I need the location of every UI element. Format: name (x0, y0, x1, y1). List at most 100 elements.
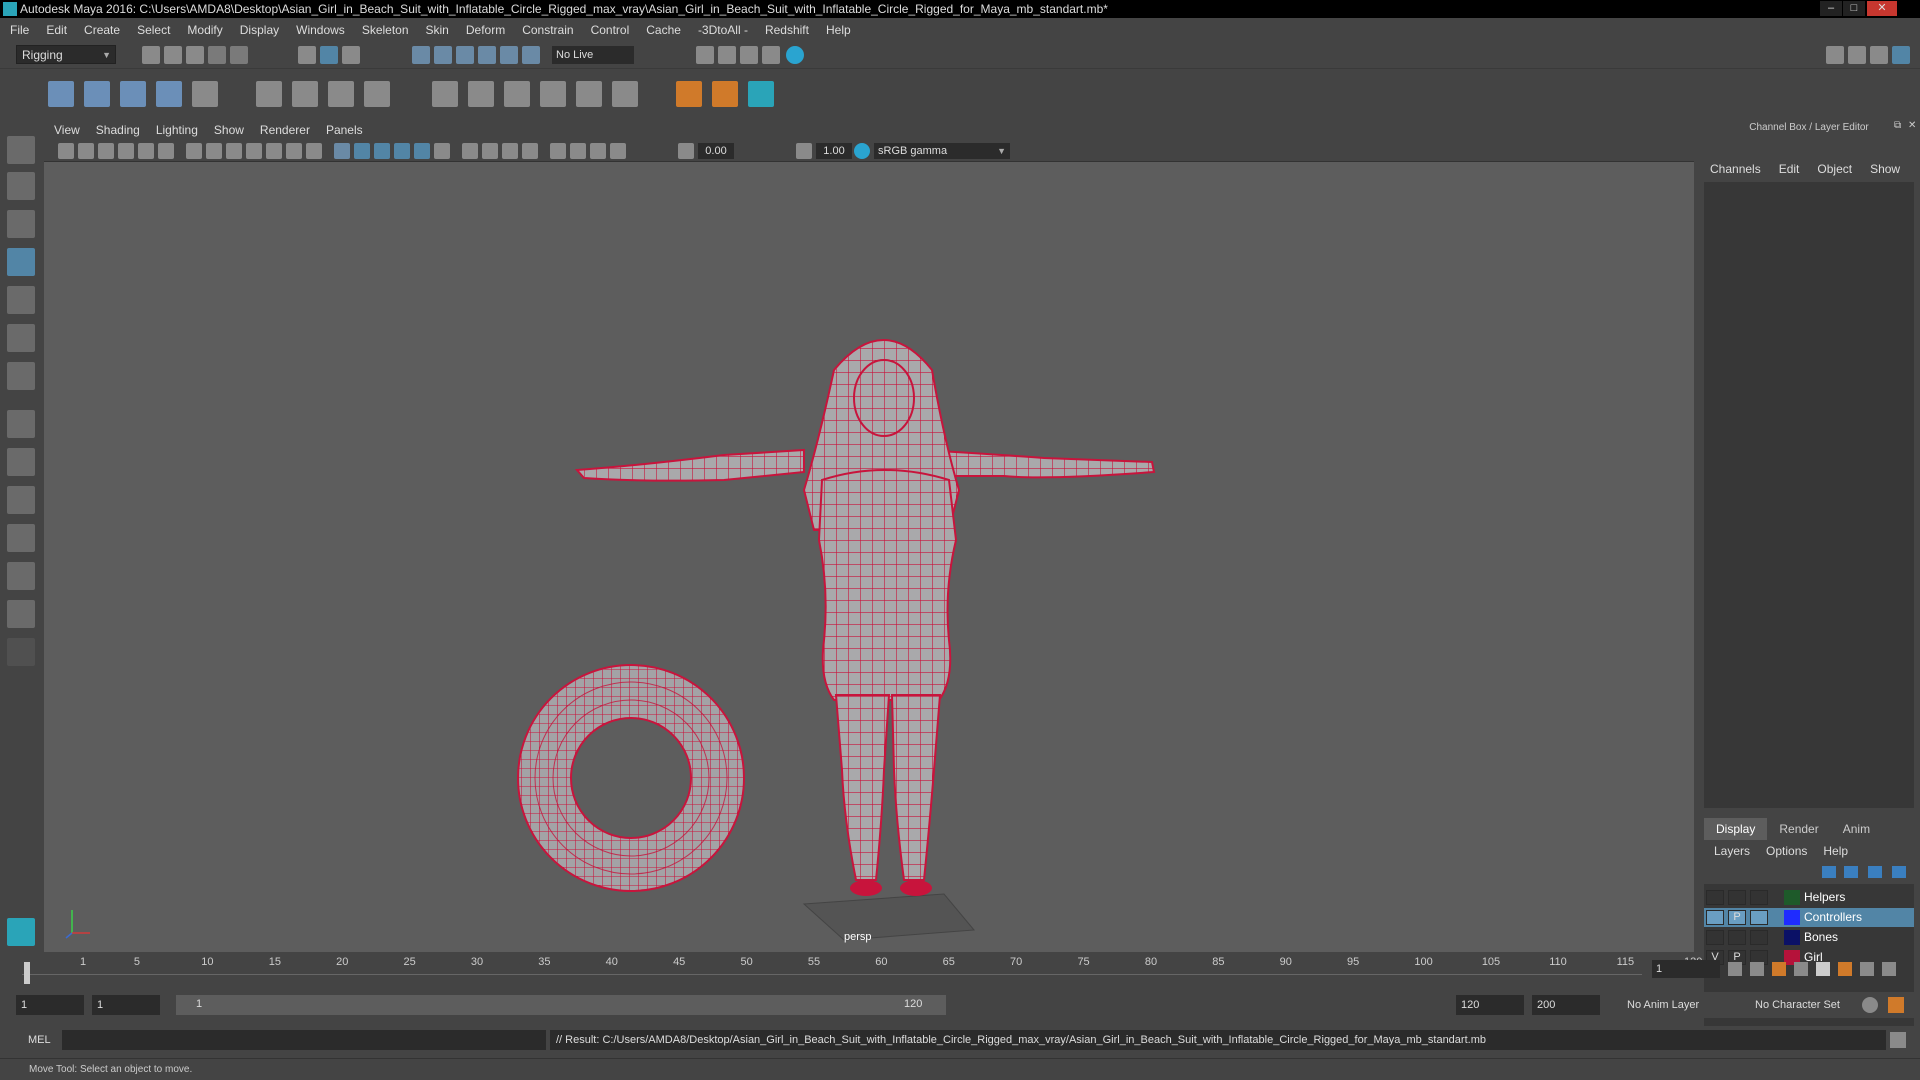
menu-skin[interactable]: Skin (426, 23, 449, 37)
auto-key-icon[interactable] (1862, 997, 1878, 1013)
render-frame-icon[interactable] (718, 46, 736, 64)
select-tool-icon[interactable] (7, 136, 35, 164)
bookmark-icon[interactable] (98, 143, 114, 159)
script-editor-icon[interactable] (1890, 1032, 1906, 1048)
layer-row-bones[interactable]: Bones (1704, 928, 1914, 947)
lasso-tool-icon[interactable] (7, 172, 35, 200)
grease-pencil-icon[interactable] (158, 143, 174, 159)
go-to-start-icon[interactable] (1728, 962, 1742, 976)
minimize-button[interactable]: – (1820, 1, 1842, 16)
snap-view-icon[interactable] (478, 46, 496, 64)
cb-menu-channels[interactable]: Channels (1710, 162, 1761, 176)
xray-icon[interactable] (570, 143, 586, 159)
smooth-shade-icon[interactable] (354, 143, 370, 159)
menu-control[interactable]: Control (591, 23, 630, 37)
move-layer-down-icon[interactable] (1844, 866, 1858, 878)
redo-icon[interactable] (230, 46, 248, 64)
persp-outliner-layout-icon[interactable] (7, 486, 35, 514)
anim-layer-dropdown[interactable]: No Anim Layer (1622, 995, 1734, 1015)
bind-skin-icon[interactable] (256, 81, 282, 107)
attribute-editor-icon[interactable] (1848, 46, 1866, 64)
anti-aliasing-icon[interactable] (502, 143, 518, 159)
hypershade-icon[interactable] (786, 46, 804, 64)
four-view-layout-icon[interactable] (7, 448, 35, 476)
safe-action-icon[interactable] (286, 143, 302, 159)
menu-modify[interactable]: Modify (187, 23, 222, 37)
menu-display[interactable]: Display (240, 23, 279, 37)
move-tool-icon[interactable] (7, 248, 35, 276)
menu-deform[interactable]: Deform (466, 23, 505, 37)
close-panel-icon[interactable]: ✕ (1908, 120, 1916, 131)
command-language-label[interactable]: MEL (28, 1034, 51, 1046)
ambient-occlusion-icon[interactable] (462, 143, 478, 159)
layer-row-helpers[interactable]: Helpers (1704, 888, 1914, 907)
menu-help[interactable]: Help (826, 23, 851, 37)
tab-render[interactable]: Render (1767, 818, 1830, 840)
layer-color-swatch[interactable] (1784, 930, 1800, 945)
persp-graph-layout-icon[interactable] (7, 524, 35, 552)
last-tool-icon[interactable] (7, 362, 35, 390)
ik-spline-icon[interactable] (120, 81, 146, 107)
cluster-icon[interactable] (432, 81, 458, 107)
color-space-dropdown[interactable]: sRGB gamma ▼ (874, 143, 1010, 159)
wireframe-on-shaded-icon[interactable] (374, 143, 390, 159)
image-plane-icon[interactable] (118, 143, 134, 159)
undo-icon[interactable] (208, 46, 226, 64)
snap-grid-icon[interactable] (412, 46, 430, 64)
range-slider[interactable]: 1 120 (176, 995, 946, 1015)
orient-constraint-icon[interactable] (504, 81, 530, 107)
tool-settings-icon[interactable] (1870, 46, 1888, 64)
tab-anim[interactable]: Anim (1831, 818, 1882, 840)
persp-hypershade-layout-icon[interactable] (7, 562, 35, 590)
scale-tool-icon[interactable] (7, 324, 35, 352)
vp-menu-show[interactable]: Show (214, 123, 244, 137)
tab-display[interactable]: Display (1704, 818, 1768, 840)
insert-joint-icon[interactable] (156, 81, 182, 107)
paint-weights-icon[interactable] (328, 81, 354, 107)
gamma-icon[interactable] (796, 143, 812, 159)
layer-display-type[interactable] (1750, 890, 1768, 905)
vp-menu-renderer[interactable]: Renderer (260, 123, 310, 137)
render-settings-icon[interactable] (696, 46, 714, 64)
layer-playback-toggle[interactable]: P (1728, 910, 1746, 925)
layer-playback-toggle[interactable] (1728, 890, 1746, 905)
animation-end-field[interactable]: 200 (1532, 995, 1600, 1015)
scene-canvas[interactable] (44, 120, 1694, 952)
rotate-tool-icon[interactable] (7, 286, 35, 314)
pole-vector-icon[interactable] (612, 81, 638, 107)
close-button[interactable]: ✕ (1867, 1, 1897, 16)
vp-menu-lighting[interactable]: Lighting (156, 123, 198, 137)
open-scene-icon[interactable] (164, 46, 182, 64)
layer-menu-layers[interactable]: Layers (1714, 844, 1750, 858)
motion-blur-icon[interactable] (482, 143, 498, 159)
step-forward-key-icon[interactable] (1860, 962, 1874, 976)
snap-point-icon[interactable] (456, 46, 474, 64)
maya-script-icon[interactable] (748, 81, 774, 107)
menu-cache[interactable]: Cache (646, 23, 681, 37)
layer-row-controllers[interactable]: P Controllers (1704, 908, 1914, 927)
live-surface-field[interactable]: No Live Surface (552, 46, 634, 79)
move-layer-up-icon[interactable] (1822, 866, 1836, 878)
playback-end-field[interactable]: 120 (1456, 995, 1524, 1015)
ipr-render-icon[interactable] (740, 46, 758, 64)
menu-edit[interactable]: Edit (46, 23, 67, 37)
snap-curve-icon[interactable] (434, 46, 452, 64)
cb-menu-edit[interactable]: Edit (1779, 162, 1800, 176)
current-time-marker[interactable] (24, 962, 30, 984)
menu-file[interactable]: File (10, 23, 29, 37)
viewport-persp[interactable] (44, 120, 1694, 952)
xray-components-icon[interactable] (610, 143, 626, 159)
render-view-icon[interactable] (762, 46, 780, 64)
textured-icon[interactable] (394, 143, 410, 159)
grid-toggle-icon[interactable] (186, 143, 202, 159)
locator-icon[interactable] (676, 81, 702, 107)
layer-display-type[interactable] (1750, 930, 1768, 945)
lattice-icon[interactable] (364, 81, 390, 107)
cb-menu-show[interactable]: Show (1870, 162, 1900, 176)
paint-select-tool-icon[interactable] (7, 210, 35, 238)
channel-list-area[interactable] (1704, 182, 1914, 808)
use-lights-icon[interactable] (414, 143, 430, 159)
exposure-icon[interactable] (678, 143, 694, 159)
select-hierarchy-icon[interactable] (298, 46, 316, 64)
layer-color-swatch[interactable] (1784, 910, 1800, 925)
